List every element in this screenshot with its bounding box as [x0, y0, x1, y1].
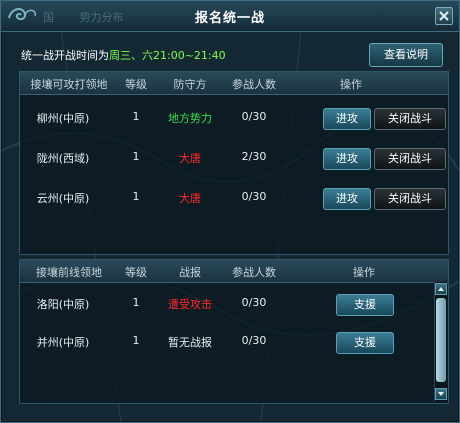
column-header: 接壤前线领地 [36, 266, 102, 279]
territory-level: 1 [132, 150, 140, 163]
territory-level: 1 [132, 110, 140, 123]
close-battle-button[interactable]: 关闭战斗 [374, 108, 446, 130]
battle-time-schedule: 周三、六21:00~21:40 [109, 49, 226, 62]
territory-name: 并州(中原) [36, 336, 90, 349]
column-header: 等级 [125, 78, 147, 91]
scroll-thumb[interactable] [436, 298, 446, 382]
column-header: 战报 [179, 266, 201, 279]
territory-level: 1 [132, 334, 140, 347]
defender-name: 地方势力 [168, 112, 212, 125]
attackable-territories-panel: 接壤可攻打领地 等级 防守方 参战人数 操作 柳州(中原) 1 地方势力 0/3… [19, 71, 449, 255]
scroll-down-button[interactable] [435, 388, 447, 400]
participant-count: 0/30 [241, 296, 267, 309]
column-header: 参战人数 [232, 78, 276, 91]
attack-table-header: 接壤可攻打领地 等级 防守方 参战人数 操作 [20, 72, 448, 95]
support-button[interactable]: 支援 [336, 332, 394, 354]
defender-name: 大唐 [179, 152, 201, 165]
column-header: 防守方 [173, 78, 207, 91]
support-button[interactable]: 支援 [336, 294, 394, 316]
battle-time-info: 统一战开战时间为周三、六21:00~21:40 查看说明 [13, 37, 447, 67]
table-row: 云州(中原) 1 大唐 0/30 进攻 关闭战斗 [20, 180, 448, 218]
participant-count: 2/30 [241, 150, 267, 163]
column-header: 等级 [125, 266, 147, 279]
territory-name: 柳州(中原) [36, 112, 90, 125]
battle-report: 暂无战报 [168, 336, 212, 349]
territory-name: 云州(中原) [36, 192, 90, 205]
defender-name: 大唐 [179, 192, 201, 205]
attack-button[interactable]: 进攻 [323, 108, 371, 130]
column-header: 参战人数 [232, 266, 276, 279]
window-title: 报名统一战 [194, 11, 265, 26]
close-icon [439, 11, 449, 21]
column-header: 接壤可攻打领地 [30, 78, 108, 91]
war-registration-window: 国 势力分布 报名统一战 统一战开战时间为周三、六21:00~21:40 查看说… [0, 0, 460, 423]
battle-report: 遭受攻击 [168, 298, 212, 311]
close-battle-button[interactable]: 关闭战斗 [374, 188, 446, 210]
scroll-up-arrow-icon [438, 287, 444, 291]
participant-count: 0/30 [241, 334, 267, 347]
battle-time-prefix: 统一战开战时间为 [21, 49, 109, 62]
scroll-down-arrow-icon [438, 392, 444, 396]
title-bar[interactable]: 国 势力分布 报名统一战 [1, 1, 459, 32]
front-table-header: 接壤前线领地 等级 战报 参战人数 操作 [20, 260, 448, 283]
territory-level: 1 [132, 296, 140, 309]
view-instructions-button[interactable]: 查看说明 [369, 43, 443, 67]
table-row: 陇州(西域) 1 大唐 2/30 进攻 关闭战斗 [20, 140, 448, 178]
column-header: 操作 [340, 78, 362, 91]
battle-time-text: 统一战开战时间为周三、六21:00~21:40 [21, 47, 226, 63]
table-row: 洛阳(中原) 1 遭受攻击 0/30 支援 [20, 286, 448, 324]
column-header: 操作 [353, 266, 375, 279]
participant-count: 0/30 [241, 190, 267, 203]
table-row: 柳州(中原) 1 地方势力 0/30 进攻 关闭战斗 [20, 100, 448, 138]
close-button[interactable] [435, 7, 453, 25]
territory-name: 陇州(西域) [36, 152, 90, 165]
participant-count: 0/30 [241, 110, 267, 123]
territory-name: 洛阳(中原) [36, 298, 90, 311]
attack-button[interactable]: 进攻 [323, 188, 371, 210]
scroll-up-button[interactable] [435, 283, 447, 295]
frontline-territories-panel: 接壤前线领地 等级 战报 参战人数 操作 洛阳(中原) 1 遭受攻击 0/30 … [19, 259, 449, 404]
territory-level: 1 [132, 190, 140, 203]
close-battle-button[interactable]: 关闭战斗 [374, 148, 446, 170]
scrollbar[interactable] [434, 282, 447, 401]
attack-button[interactable]: 进攻 [323, 148, 371, 170]
table-row: 并州(中原) 1 暂无战报 0/30 支援 [20, 324, 448, 362]
